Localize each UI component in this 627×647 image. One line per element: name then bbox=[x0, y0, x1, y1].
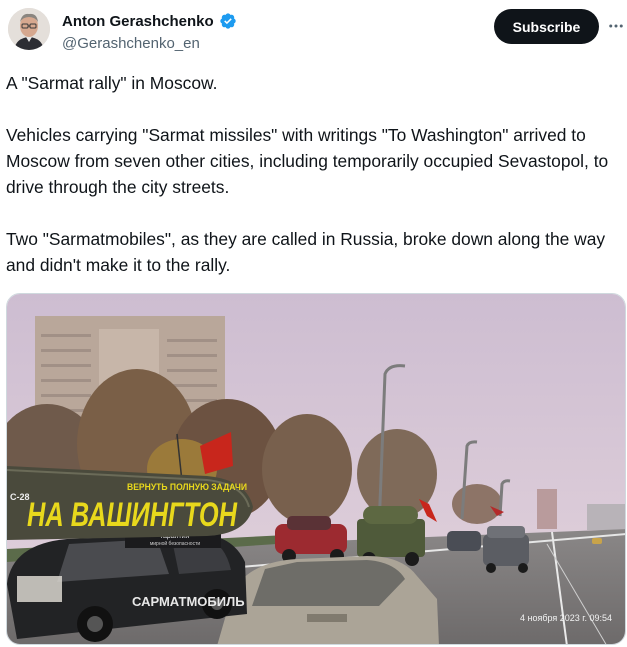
author-handle[interactable]: @Gerashchenko_en bbox=[62, 35, 200, 52]
tweet-paragraph: Two "Sarmatmobiles", as they are called … bbox=[6, 229, 606, 275]
subscribe-button[interactable]: Subscribe bbox=[494, 9, 599, 44]
more-horizontal-icon[interactable] bbox=[605, 15, 627, 37]
tweet-paragraph: A "Sarmat rally" in Moscow. bbox=[6, 73, 218, 93]
avatar[interactable] bbox=[8, 8, 50, 50]
tweet-text: A "Sarmat rally" in Moscow. Vehicles car… bbox=[6, 70, 622, 304]
car-door-text: САРМАТМОБИЛЬ bbox=[132, 594, 245, 609]
tweet-paragraph: Vehicles carrying "Sarmat missiles" with… bbox=[6, 125, 609, 197]
missile-subtext: ВЕРНУТЬ ПОЛНУЮ ЗАДАЧИ bbox=[127, 482, 247, 492]
photo-timestamp: 4 ноября 2023 г. 09:54 bbox=[520, 613, 612, 623]
author-name[interactable]: Anton Gerashchenko bbox=[62, 13, 214, 30]
roof-sign-subtext: мирной безопасности bbox=[150, 540, 201, 547]
tweet-photo[interactable]: САРМАТМОБИЛЬ гарантия мирной безопасност… bbox=[6, 293, 626, 645]
missile-text: НА ВАШИНГТОН bbox=[27, 496, 238, 534]
street-rally-photo: САРМАТМОБИЛЬ гарантия мирной безопасност… bbox=[7, 294, 625, 644]
avatar-portrait bbox=[8, 8, 50, 50]
author-name-row: Anton Gerashchenko bbox=[62, 12, 237, 30]
tweet-header: Anton Gerashchenko @Gerashchenko_en Subs… bbox=[0, 0, 627, 62]
verified-badge-icon bbox=[220, 13, 236, 29]
